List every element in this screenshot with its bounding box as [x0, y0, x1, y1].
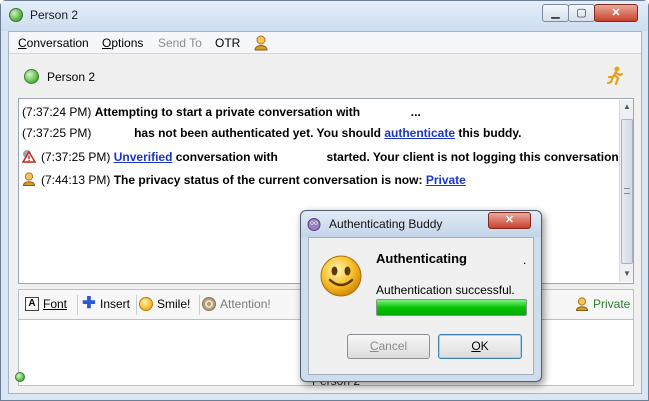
online-status-icon — [9, 8, 23, 22]
attention-label: Attention! — [220, 297, 271, 311]
auth-progress-bar — [376, 299, 527, 316]
dialog-heading-suffix: . — [523, 253, 527, 267]
menu-otr[interactable]: OTR — [215, 36, 240, 50]
log-text: Attempting to start a private conversati… — [94, 105, 361, 119]
scroll-down-icon[interactable]: ▼ — [621, 268, 633, 280]
toolbar-divider — [136, 295, 137, 315]
log-text: conversation with — [175, 150, 278, 164]
log-text-end: ... — [410, 105, 421, 119]
warning-icon — [22, 150, 36, 163]
authenticate-link[interactable]: authenticate — [384, 126, 455, 140]
log-text: has not been authenticated yet. You shou… — [134, 126, 381, 140]
dialog-title: Authenticating Buddy — [329, 217, 443, 231]
font-icon: A — [25, 297, 39, 311]
attention-icon — [202, 297, 216, 311]
grip-icon — [624, 188, 630, 194]
log-timestamp: (7:44:13 PM) — [41, 173, 111, 187]
ok-label-rest: K — [480, 339, 489, 353]
attention-button[interactable]: Attention! — [202, 297, 271, 311]
unverified-link[interactable]: Unverified — [114, 150, 173, 164]
font-label: Font — [43, 297, 68, 311]
online-dot-icon — [15, 372, 25, 382]
private-user-icon — [22, 172, 36, 186]
log-timestamp: (7:37:24 PM) — [22, 105, 92, 119]
running-man-icon[interactable] — [606, 66, 624, 86]
log-line: (7:44:13 PM) The privacy status of the c… — [41, 173, 466, 187]
dialog-body: Authenticating . Authentication successf… — [308, 237, 534, 375]
smiley-icon — [139, 297, 153, 311]
log-timestamp: (7:37:25 PM) — [41, 150, 111, 164]
log-text-end: started. Your client is not logging this… — [326, 150, 623, 164]
log-line: (7:37:25 PM) has not been authenticated … — [22, 126, 521, 140]
log-line: (7:37:24 PM) Attempting to start a priva… — [22, 105, 421, 119]
font-button[interactable]: A Font — [25, 297, 67, 311]
menu-bar: Conversation Options Send To OTR — [9, 32, 641, 54]
private-link[interactable]: Private — [426, 173, 466, 187]
dialog-message: Authentication successful. — [376, 283, 515, 297]
ok-button[interactable]: OK — [438, 334, 522, 359]
private-user-icon — [575, 297, 589, 311]
smile-button[interactable]: Smile! — [139, 297, 190, 311]
insert-label: Insert — [100, 297, 131, 311]
window-title: Person 2 — [30, 8, 79, 22]
buddy-name: Person 2 — [47, 70, 96, 84]
progress-fill — [377, 300, 526, 315]
menu-conversation[interactable]: Conversation — [18, 36, 89, 50]
menu-options-label: ptions — [111, 36, 144, 50]
minimize-button[interactable]: ▁ — [542, 4, 569, 22]
plus-icon: ✚ — [82, 295, 96, 312]
scroll-thumb[interactable] — [621, 119, 633, 264]
log-timestamp: (7:37:25 PM) — [22, 126, 92, 140]
dialog-title-bar[interactable]: Authenticating Buddy ✕ — [301, 211, 541, 237]
pidgin-icon — [307, 218, 321, 231]
user-icon[interactable] — [254, 35, 268, 51]
toolbar-divider — [199, 295, 200, 315]
cancel-button[interactable]: Cancel — [347, 334, 430, 359]
title-bar[interactable]: Person 2 ▁ ▢ ✕ — [1, 1, 648, 31]
smile-label: Smile! — [157, 297, 191, 311]
menu-conversation-label: onversation — [26, 36, 89, 50]
log-line: (7:37:25 PM) Unverified conversation wit… — [41, 150, 622, 164]
log-scrollbar[interactable]: ▲ ▼ — [619, 100, 633, 282]
dialog-heading: Authenticating — [376, 251, 467, 266]
dialog-close-button[interactable]: ✕ — [488, 212, 531, 229]
authenticating-dialog: Authenticating Buddy ✕ Authenticating . … — [300, 210, 542, 382]
close-button[interactable]: ✕ — [594, 4, 638, 22]
toolbar-divider — [77, 295, 78, 315]
cancel-label-rest: ancel — [378, 339, 408, 353]
maximize-button[interactable]: ▢ — [568, 4, 595, 22]
scroll-up-icon[interactable]: ▲ — [621, 101, 633, 113]
ok-mnemonic: O — [471, 339, 481, 353]
menu-options[interactable]: Options — [102, 36, 143, 50]
online-dot-icon — [24, 69, 39, 84]
smiley-icon — [320, 255, 362, 297]
insert-button[interactable]: ✚ Insert — [82, 295, 131, 312]
privacy-status-label: Private — [593, 297, 631, 311]
menu-send-to[interactable]: Send To — [158, 36, 202, 50]
buddy-header: Person 2 — [9, 55, 641, 97]
log-text-end: this buddy. — [458, 126, 522, 140]
log-text: The privacy status of the current conver… — [113, 173, 423, 187]
otr-privacy-button[interactable]: Private — [575, 297, 630, 311]
